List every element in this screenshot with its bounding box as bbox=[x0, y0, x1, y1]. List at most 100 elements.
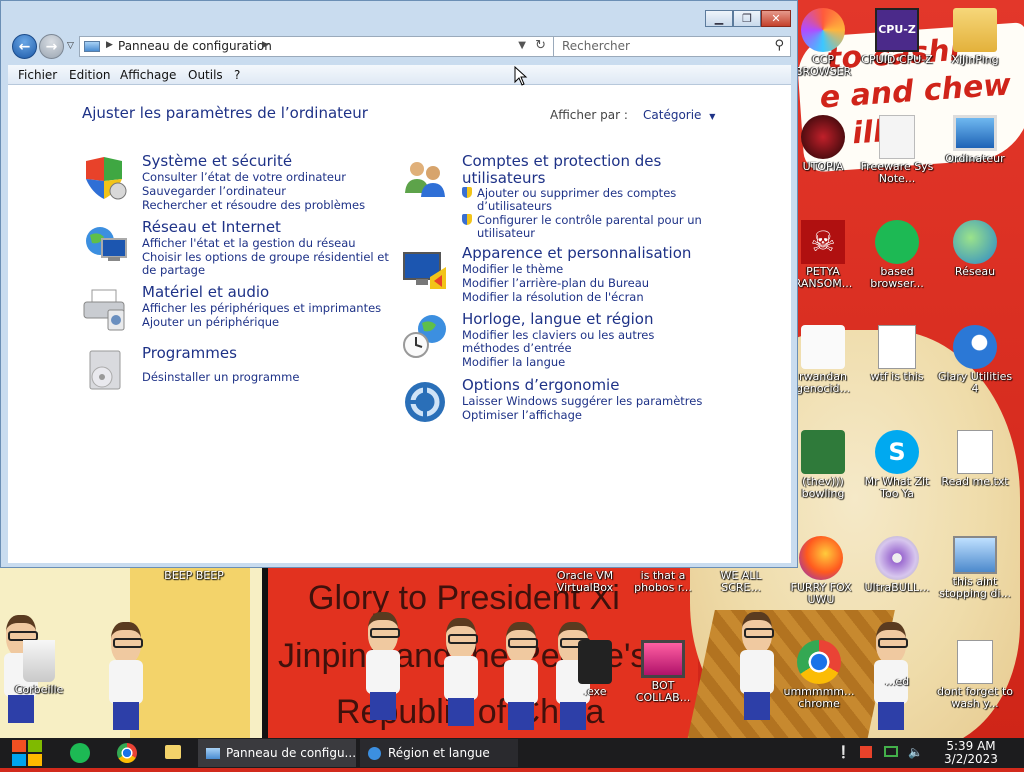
navigation-bar: ← → ▽ ▶ Panneau de configuration ▶ ▼ ↻ R… bbox=[9, 33, 791, 61]
desktop-icon-readme[interactable]: Read me.txt bbox=[936, 430, 1014, 488]
category-title[interactable]: Apparence et personnalisation bbox=[462, 245, 691, 262]
category-link[interactable]: Choisir les options de groupe résidentie… bbox=[142, 251, 402, 277]
category-title[interactable]: Horloge, langue et région bbox=[462, 311, 653, 328]
desktop-icon-ultrabull[interactable]: UltraBULL... bbox=[858, 536, 936, 594]
category-link[interactable]: Modifier l’arrière-plan du Bureau bbox=[462, 277, 649, 290]
category-title[interactable]: Réseau et Internet bbox=[142, 219, 281, 236]
desktop-icon-ordinateur[interactable]: Ordinateur bbox=[936, 115, 1014, 165]
desktop-icon-phobos[interactable]: is that a phobos r... bbox=[624, 570, 702, 594]
menu-outils[interactable]: Outils bbox=[188, 68, 223, 82]
category-title[interactable]: Système et sécurité bbox=[142, 153, 292, 170]
desktop-icon-stopping[interactable]: this aint stopping di... bbox=[936, 536, 1014, 600]
category-link[interactable]: Modifier la résolution de l'écran bbox=[462, 291, 649, 304]
desktop-icon-reseau[interactable]: Réseau bbox=[936, 220, 1014, 278]
breadcrumb-chevron-icon[interactable]: ▶ bbox=[262, 40, 269, 50]
menu-bar: Fichier Edition Affichage Outils ? bbox=[8, 65, 791, 85]
category-links: Afficher les périphériques et imprimante… bbox=[142, 302, 381, 330]
category-link[interactable]: Ajouter ou supprimer des comptes d’utili… bbox=[462, 187, 702, 213]
desktop-icon-dont-forget[interactable]: dont forget to wash y... bbox=[936, 640, 1014, 710]
desktop-icon-label: is that a phobos r... bbox=[634, 569, 692, 594]
menu-edition[interactable]: Edition bbox=[69, 68, 111, 82]
tray-overflow-icon[interactable]: ❕ bbox=[836, 745, 851, 759]
desktop-icon-skype[interactable]: S Mr What Zit Too Ya bbox=[858, 430, 936, 500]
file-icon bbox=[957, 640, 993, 684]
desktop-icon-cpuz[interactable]: CPU-Z CPUID CPU-Z bbox=[858, 8, 936, 66]
category-title[interactable]: Options d’ergonomie bbox=[462, 377, 619, 394]
category-link[interactable]: Rechercher et résoudre des problèmes bbox=[142, 199, 365, 212]
desktop-icon-label: Freeware Sys Note... bbox=[860, 160, 934, 185]
desktop-icon-ed[interactable]: ...ed bbox=[858, 676, 936, 688]
category-link[interactable]: Modifier la langue bbox=[462, 356, 702, 369]
refresh-icon[interactable]: ↻ bbox=[535, 38, 546, 53]
search-box[interactable]: Rechercher ⚲ bbox=[553, 36, 791, 57]
category-link[interactable]: Laisser Windows suggérer les paramètres bbox=[462, 395, 702, 408]
glary-icon bbox=[953, 325, 997, 369]
desktop-icon-glary[interactable]: Glary Utilities 4 bbox=[936, 325, 1014, 395]
category-link[interactable]: Modifier le thème bbox=[462, 263, 649, 276]
desktop-icon-bot-collab[interactable]: BOT COLLAB... bbox=[624, 640, 702, 704]
address-dropdown-icon[interactable]: ▼ bbox=[518, 40, 526, 51]
desktop-icon-chrome[interactable]: ummmmm... chrome bbox=[780, 640, 858, 710]
desktop-icon-xijinping[interactable]: XiJinPing bbox=[936, 8, 1014, 66]
category-link[interactable]: Afficher les périphériques et imprimante… bbox=[142, 302, 381, 315]
control-panel-window[interactable]: ▁ ❐ ✕ ← → ▽ ▶ Panneau de configuration ▶… bbox=[0, 0, 798, 568]
desktop-icon-based-browser[interactable]: based browser... bbox=[858, 220, 936, 290]
desktop-icon-beep[interactable]: BEEP BEEP bbox=[155, 570, 233, 582]
menu-help[interactable]: ? bbox=[234, 68, 240, 82]
desktop-icon-exe[interactable]: .exe bbox=[556, 640, 634, 698]
back-button[interactable]: ← bbox=[12, 34, 37, 59]
taskbar-item-control-panel[interactable]: Panneau de configu... bbox=[198, 739, 356, 767]
history-dropdown-icon[interactable]: ▽ bbox=[67, 41, 74, 51]
desktop-icon-wtf[interactable]: wtf is this bbox=[858, 325, 936, 383]
address-bar[interactable]: ▶ Panneau de configuration ▶ ▼ ↻ bbox=[79, 36, 555, 57]
desktop-icon-label: dont forget to wash y... bbox=[936, 685, 1014, 710]
wallpaper-figure bbox=[736, 612, 776, 722]
category-title[interactable]: Programmes bbox=[142, 345, 237, 362]
disc-icon bbox=[875, 536, 919, 580]
breadcrumb-chevron-icon[interactable]: ▶ bbox=[106, 40, 113, 50]
minimize-button[interactable]: ▁ bbox=[705, 10, 733, 27]
forward-button[interactable]: → bbox=[39, 34, 64, 59]
taskbar-clock[interactable]: 5:39 AM 3/2/2023 bbox=[936, 740, 1006, 766]
breadcrumb-item[interactable]: Panneau de configuration bbox=[118, 39, 272, 53]
explorer-taskbar-icon[interactable] bbox=[165, 745, 181, 759]
desktop-icon-freeware[interactable]: Freeware Sys Note... bbox=[858, 115, 936, 185]
wallpaper-panel bbox=[130, 565, 250, 738]
maximize-button[interactable]: ❐ bbox=[733, 10, 761, 27]
category-title[interactable]: Comptes et protection des utilisateurs bbox=[462, 153, 682, 187]
action-center-flag-icon[interactable] bbox=[860, 746, 872, 758]
category-link[interactable]: Consulter l’état de votre ordinateur bbox=[142, 171, 365, 184]
spotify-taskbar-icon[interactable] bbox=[70, 743, 90, 763]
desktop-icon-label: ...ed bbox=[884, 675, 910, 688]
taskbar-item-region-language[interactable]: Région et langue bbox=[360, 739, 518, 767]
category-link[interactable]: Optimiser l’affichage bbox=[462, 409, 702, 422]
close-icon: ✕ bbox=[771, 12, 781, 25]
category-link[interactable]: Afficher l'état et la gestion du réseau bbox=[142, 237, 402, 250]
desktop-icon-label: WE ALL SCRE... bbox=[720, 569, 762, 594]
volume-icon[interactable]: 🔈 bbox=[908, 745, 923, 759]
category-title[interactable]: Matériel et audio bbox=[142, 284, 269, 301]
view-by-dropdown[interactable]: Catégorie ▼ bbox=[643, 108, 715, 122]
menu-fichier[interactable]: Fichier bbox=[18, 68, 57, 82]
uac-shield-icon bbox=[462, 214, 472, 225]
chrome-taskbar-icon[interactable] bbox=[117, 743, 137, 763]
clock-date: 3/2/2023 bbox=[944, 752, 998, 766]
desktop-icon-label: CPUID CPU-Z bbox=[861, 53, 933, 66]
desktop-icon-corbeille[interactable]: Corbeille bbox=[0, 640, 78, 696]
category-link[interactable]: Modifier les claviers ou les autres méth… bbox=[462, 329, 702, 355]
category-links: Afficher l'état et la gestion du réseau … bbox=[142, 237, 402, 278]
search-icon[interactable]: ⚲ bbox=[774, 38, 784, 53]
close-button[interactable]: ✕ bbox=[761, 10, 791, 27]
desktop-icon-virtualbox[interactable]: Oracle VM VirtualBox bbox=[546, 570, 624, 594]
category-link[interactable]: Sauvegarder l’ordinateur bbox=[142, 185, 365, 198]
search-input[interactable]: Rechercher bbox=[562, 39, 630, 53]
network-tray-icon[interactable] bbox=[884, 746, 898, 757]
category-link[interactable]: Ajouter un périphérique bbox=[142, 316, 381, 329]
start-button[interactable] bbox=[10, 738, 44, 768]
network-icon bbox=[953, 220, 997, 264]
category-link[interactable]: Configurer le contrôle parental pour un … bbox=[462, 214, 702, 240]
desktop-icon-scream[interactable]: WE ALL SCRE... bbox=[702, 570, 780, 594]
taskbar: Panneau de configu... Région et langue ❕… bbox=[0, 738, 1024, 768]
category-link[interactable]: Désinstaller un programme bbox=[142, 371, 299, 384]
menu-affichage[interactable]: Affichage bbox=[120, 68, 176, 82]
